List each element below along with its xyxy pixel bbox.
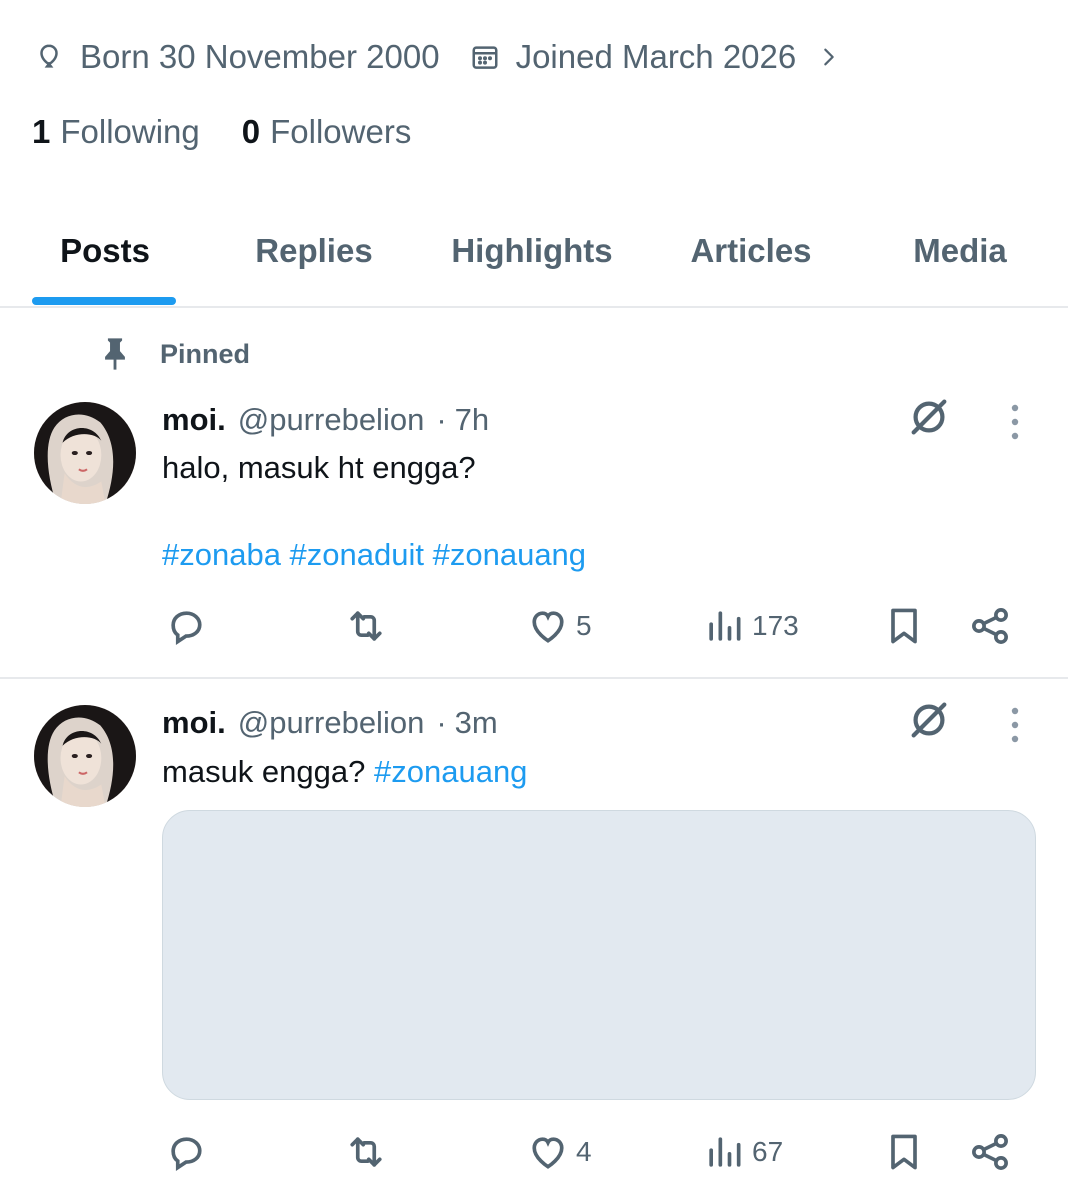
author-name[interactable]: moi. — [162, 705, 226, 741]
bookmark-icon — [891, 1134, 917, 1170]
more-icon[interactable] — [1010, 707, 1020, 743]
post-text-line: masuk engga? #zonauang — [162, 750, 527, 794]
repost-icon — [350, 1137, 382, 1167]
views-icon — [709, 1137, 741, 1167]
avatar[interactable] — [34, 705, 136, 807]
post-header: moi. @purrebelion · 3m — [162, 701, 498, 745]
like-icon — [532, 1137, 564, 1169]
post-time[interactable]: 3m — [455, 705, 498, 741]
repost-button[interactable] — [344, 1124, 388, 1180]
share-button[interactable] — [968, 1124, 1012, 1180]
like-button[interactable]: 4 — [526, 1124, 592, 1180]
post-hashtags[interactable]: #zonauang — [374, 754, 527, 789]
views-count: 67 — [752, 1136, 784, 1167]
post-2[interactable]: moi. @purrebelion · 3m masuk engga? #zon… — [0, 0, 1068, 1200]
separator-dot: · — [436, 705, 447, 740]
reply-button[interactable] — [164, 1124, 208, 1180]
bookmark-button[interactable] — [882, 1124, 926, 1180]
grok-icon[interactable] — [906, 697, 952, 743]
reply-icon — [171, 1137, 202, 1172]
post-actions: 4 67 — [0, 1124, 1068, 1180]
author-handle[interactable]: @purrebelion — [238, 705, 425, 741]
views-button[interactable]: 67 — [702, 1124, 783, 1180]
like-count: 4 — [576, 1136, 592, 1167]
media-placeholder[interactable] — [162, 810, 1036, 1100]
post-text: masuk engga? — [162, 754, 366, 789]
share-icon — [972, 1134, 1008, 1170]
